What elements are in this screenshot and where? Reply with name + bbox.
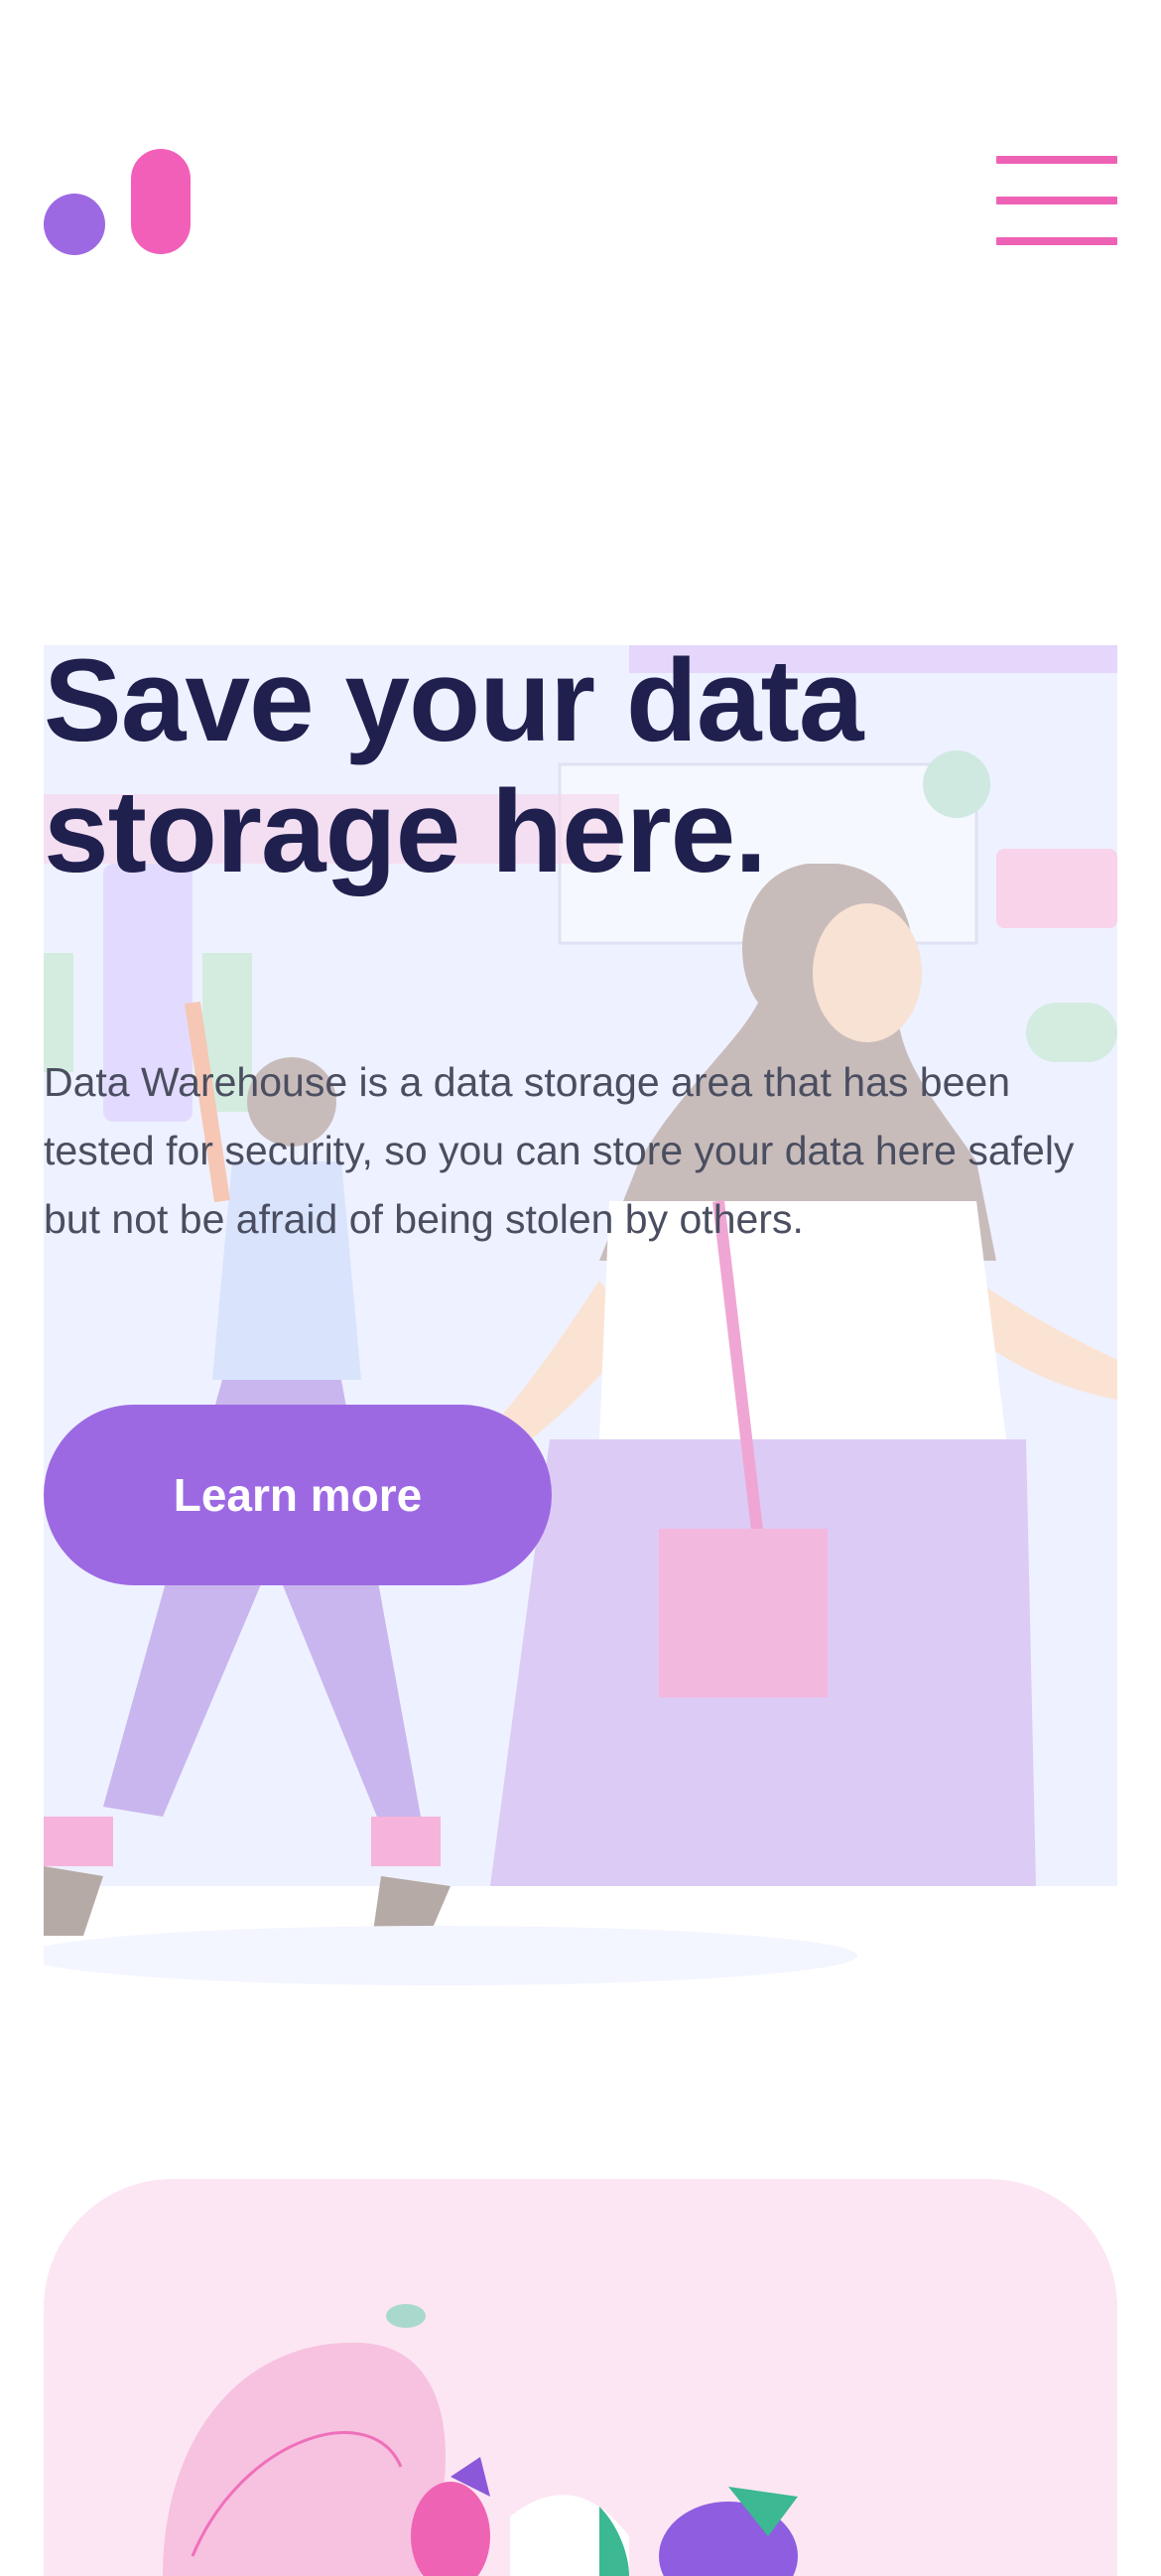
hero-title: Save your data storage here. (44, 635, 863, 897)
storage-illustration (163, 2304, 798, 2576)
logo-dot (44, 194, 105, 255)
hamburger-menu-icon[interactable] (996, 154, 1117, 247)
logo-pill (131, 149, 191, 254)
menu-line (996, 237, 1117, 245)
logo-icon[interactable] (44, 149, 193, 258)
site-header (0, 0, 1161, 328)
learn-more-button[interactable]: Learn more (44, 1405, 552, 1585)
menu-line (996, 197, 1117, 204)
feature-card (44, 2179, 1117, 2576)
menu-line (996, 156, 1117, 164)
hero-description: Data Warehouse is a data storage area th… (44, 1059, 1075, 1242)
